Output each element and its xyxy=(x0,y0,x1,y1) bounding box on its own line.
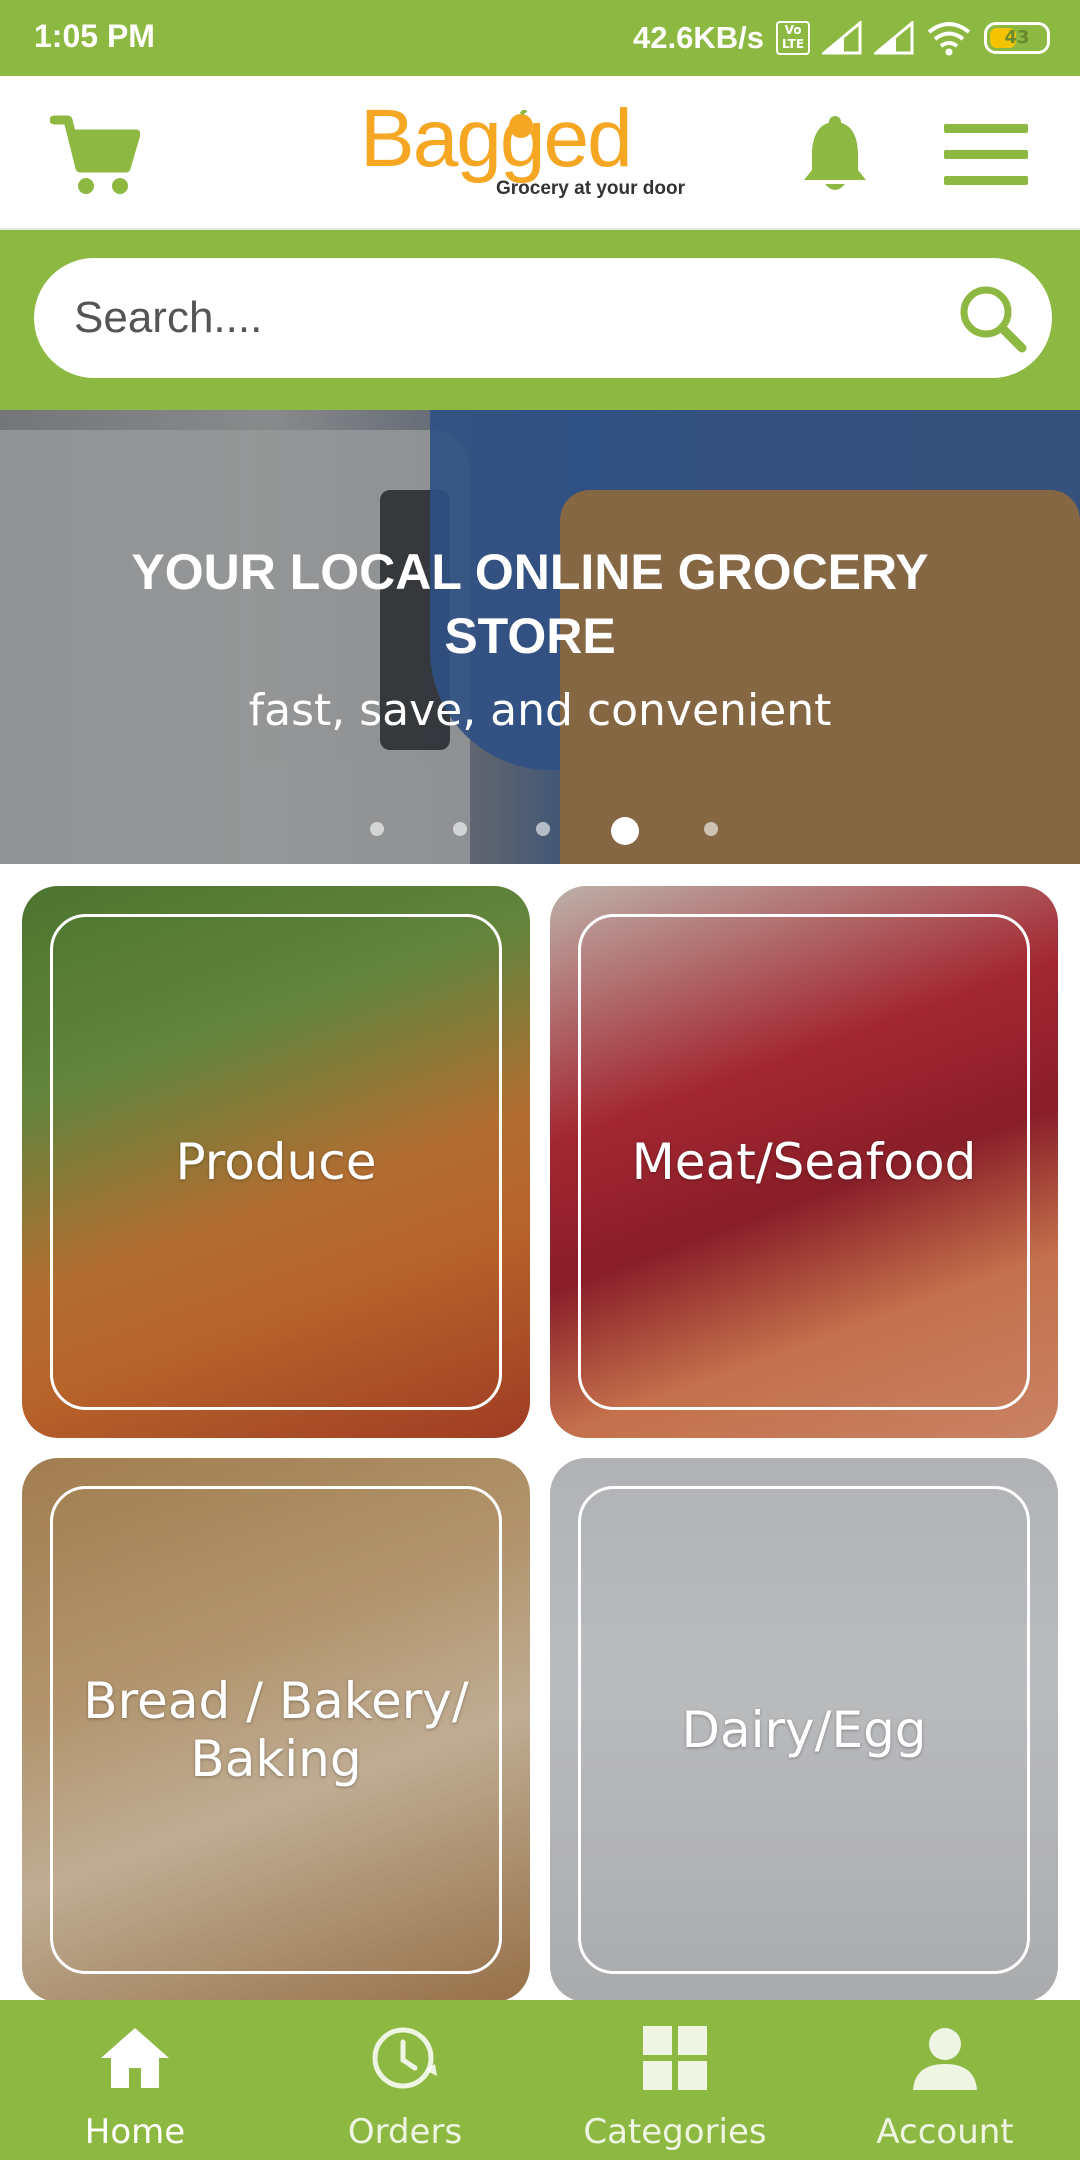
nav-categories[interactable]: Categories xyxy=(540,2000,810,2160)
nav-label: Account xyxy=(876,2112,1014,2152)
home-icon xyxy=(101,2028,169,2088)
status-bar: 1:05 PM 42.6KB/s Vo LTE 43 xyxy=(0,0,1080,76)
logo-tagline: Grocery at your door xyxy=(496,178,685,199)
bottom-navigation: Home Orders Categories Account xyxy=(0,2000,1080,2160)
banner-subtitle: fast, save, and convenient xyxy=(248,685,832,736)
battery-level: 43 xyxy=(1004,27,1030,48)
search-box[interactable] xyxy=(34,258,1052,378)
carousel-dot-active[interactable] xyxy=(611,817,639,845)
nav-account[interactable]: Account xyxy=(810,2000,1080,2160)
search-bar xyxy=(0,230,1080,410)
nav-label: Categories xyxy=(583,2112,767,2152)
app-logo: Bagged Grocery at your door xyxy=(360,92,720,212)
carousel-dots xyxy=(360,810,720,850)
logo-wordmark: Bagged xyxy=(360,93,633,184)
status-time: 1:05 PM xyxy=(34,18,155,54)
app-header: Bagged Grocery at your door xyxy=(0,76,1080,230)
category-label: Produce xyxy=(175,1133,377,1191)
signal-icon xyxy=(822,21,862,55)
nav-label: Home xyxy=(84,2112,186,2152)
category-label: Meat/Seafood xyxy=(631,1133,977,1191)
hamburger-menu-icon[interactable] xyxy=(944,124,1028,188)
banner-title: YOUR LOCAL ONLINE GROCERY STORE xyxy=(131,544,929,664)
user-icon xyxy=(913,2028,977,2090)
category-label: Dairy/Egg xyxy=(681,1701,927,1759)
carousel-dot[interactable] xyxy=(370,822,384,836)
carousel-dot[interactable] xyxy=(453,822,467,836)
category-tile-produce[interactable]: Produce xyxy=(22,886,530,1438)
category-label: Bread / Bakery/ Baking xyxy=(83,1672,469,1788)
grid-icon xyxy=(643,2026,707,2090)
carousel-dot[interactable] xyxy=(704,822,718,836)
bell-icon[interactable] xyxy=(800,116,870,196)
search-input[interactable] xyxy=(74,258,934,378)
volte-icon: Vo LTE xyxy=(776,21,810,55)
signal-icon-2 xyxy=(874,21,914,55)
logo-orange-icon xyxy=(509,110,533,138)
category-tile-bread-bakery[interactable]: Bread / Bakery/ Baking xyxy=(22,1458,530,2002)
network-speed: 42.6KB/s xyxy=(633,20,764,55)
wifi-icon xyxy=(927,22,971,56)
nav-label: Orders xyxy=(347,2112,463,2152)
cart-icon[interactable] xyxy=(50,114,140,198)
nav-home[interactable]: Home xyxy=(0,2000,270,2160)
category-tile-dairy-egg[interactable]: Dairy/Egg xyxy=(550,1458,1058,2002)
nav-orders[interactable]: Orders xyxy=(270,2000,540,2160)
category-tile-meat-seafood[interactable]: Meat/Seafood xyxy=(550,886,1058,1438)
search-icon[interactable] xyxy=(954,280,1030,356)
clock-history-icon xyxy=(372,2027,437,2089)
status-indicators: 42.6KB/s Vo LTE 43 xyxy=(633,16,1050,60)
promo-banner[interactable]: YOUR LOCAL ONLINE GROCERY STORE fast, sa… xyxy=(0,410,1080,864)
carousel-dot[interactable] xyxy=(536,822,550,836)
battery-icon: 43 xyxy=(984,22,1050,54)
